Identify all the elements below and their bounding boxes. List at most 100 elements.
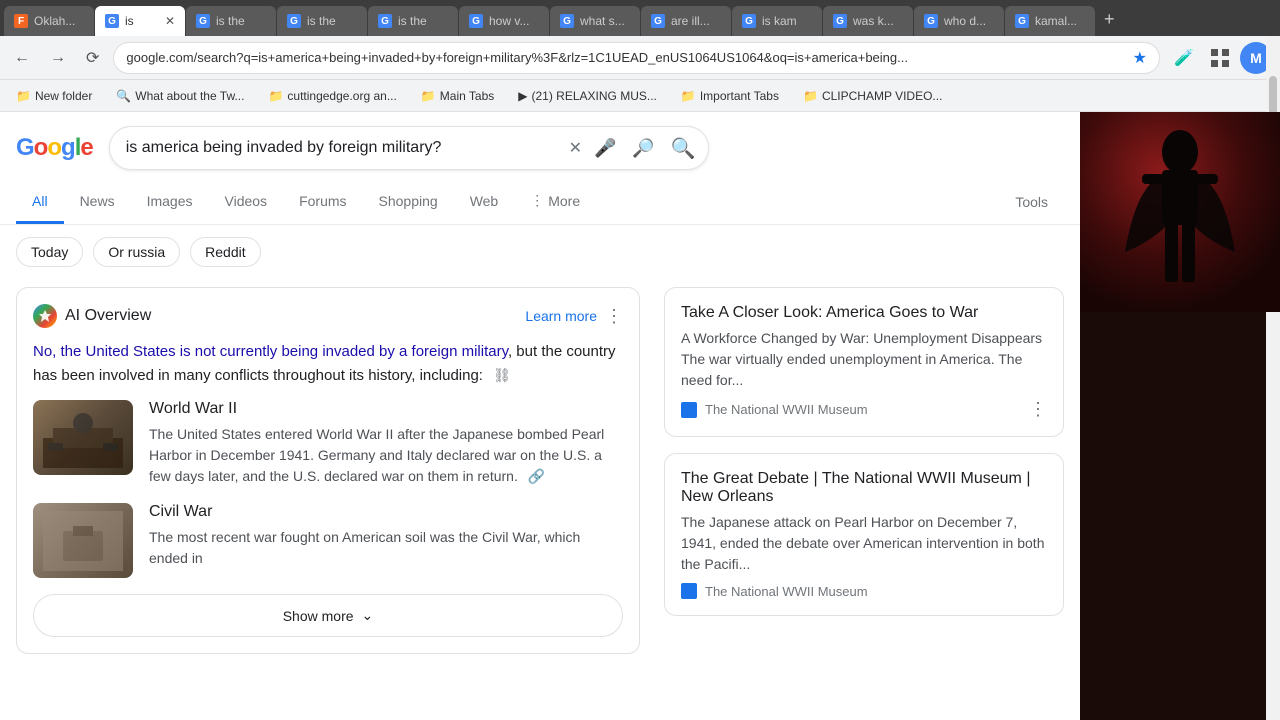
tab-is-the-1[interactable]: G is the	[186, 6, 276, 36]
card-menu-button-1[interactable]: ⋮	[1029, 399, 1047, 420]
right-card-1-title: Take A Closer Look: America Goes to War	[681, 304, 1047, 322]
right-card-2-title: The Great Debate | The National WWII Mus…	[681, 470, 1047, 506]
navigation-bar: ← → ⟳ google.com/search?q=is+america+bei…	[0, 36, 1280, 80]
new-tab-button[interactable]: +	[1096, 5, 1123, 34]
tab-iskam[interactable]: G is kam	[732, 6, 822, 36]
right-results: Take A Closer Look: America Goes to War …	[664, 287, 1064, 670]
show-more-button[interactable]: Show more ⌄	[33, 594, 623, 637]
images-tab-label: Images	[147, 193, 193, 209]
reload-button[interactable]: ⟳	[80, 44, 105, 72]
more-tab-label: More	[548, 193, 580, 209]
nav-icons: 🧪 M	[1168, 42, 1272, 74]
tab-close-icon[interactable]: ✕	[165, 14, 175, 28]
clear-search-button[interactable]: ✕	[569, 138, 582, 158]
bookmark-clipchamp[interactable]: 📁 CLIPCHAMP VIDEO...	[795, 86, 950, 106]
apps-grid-icon[interactable]	[1204, 42, 1236, 74]
tab-label: is the	[216, 14, 266, 28]
address-bar[interactable]: google.com/search?q=is+america+being+inv…	[113, 42, 1160, 74]
bookmark-new-folder[interactable]: 📁 New folder	[8, 86, 100, 106]
result-item-wwii: World War II The United States entered W…	[33, 400, 623, 487]
results-area: AI Overview Learn more ⋮ No, the United …	[0, 279, 1080, 678]
tab-shopping[interactable]: Shopping	[363, 181, 454, 224]
tab-tools[interactable]: Tools	[999, 182, 1064, 222]
chip-reddit[interactable]: Reddit	[190, 237, 260, 267]
folder-icon: 📁	[681, 89, 696, 103]
tab-label: is the	[307, 14, 357, 28]
logo-o2: o	[47, 134, 61, 162]
right-card-1: Take A Closer Look: America Goes to War …	[664, 287, 1064, 437]
result-image-civilwar	[33, 503, 133, 578]
right-panel	[1080, 112, 1280, 720]
tab-favicon: G	[833, 14, 847, 28]
forward-button[interactable]: →	[44, 45, 72, 71]
all-tab-label: All	[32, 193, 48, 209]
tab-favicon: G	[924, 14, 938, 28]
tab-videos[interactable]: Videos	[209, 181, 284, 224]
search-bar-container: ✕ 🎤 🔎 🔍	[109, 126, 709, 170]
tab-label: is the	[398, 14, 448, 28]
news-tab-label: News	[80, 193, 115, 209]
tab-who[interactable]: G who d...	[914, 6, 1004, 36]
tab-what[interactable]: G what s...	[550, 6, 640, 36]
tab-label: kamal...	[1035, 14, 1085, 28]
tab-images[interactable]: Images	[131, 181, 209, 224]
tab-are[interactable]: G are ill...	[641, 6, 731, 36]
bookmark-what-about[interactable]: 🔍 What about the Tw...	[108, 86, 252, 106]
search-button[interactable]: 🔍	[667, 132, 700, 165]
back-button[interactable]: ←	[8, 45, 36, 71]
browser-window: F Oklah... G is ✕ G is the G is the G is…	[0, 0, 1280, 720]
tab-label: is	[125, 14, 159, 28]
tab-is-the-2[interactable]: G is the	[277, 6, 367, 36]
tab-all[interactable]: All	[16, 181, 64, 224]
search-tabs: All News Images Videos Forums Shopping	[0, 180, 1080, 225]
tab-how[interactable]: G how v...	[459, 6, 549, 36]
bookmark-important-tabs[interactable]: 📁 Important Tabs	[673, 86, 787, 106]
chain-link-icon[interactable]: ⛓	[493, 367, 511, 383]
result-title-civilwar: Civil War	[149, 503, 623, 521]
tab-web[interactable]: Web	[454, 181, 515, 224]
image-search-button[interactable]: 🔎	[628, 134, 658, 163]
result-text-wwii: World War II The United States entered W…	[149, 400, 623, 487]
tab-label: is kam	[762, 14, 812, 28]
tab-is-the-3[interactable]: G is the	[368, 6, 458, 36]
source-favicon-1	[681, 402, 697, 418]
ai-overview: AI Overview Learn more ⋮ No, the United …	[16, 287, 640, 654]
tab-label: how v...	[489, 14, 539, 28]
source-link-icon[interactable]: 🔗	[528, 468, 545, 484]
tab-oklah[interactable]: F Oklah...	[4, 6, 94, 36]
search-input[interactable]	[126, 139, 561, 157]
tab-forums[interactable]: Forums	[283, 181, 362, 224]
web-tab-label: Web	[470, 193, 499, 209]
chip-today[interactable]: Today	[16, 237, 83, 267]
tab-news[interactable]: News	[64, 181, 131, 224]
tab-wask[interactable]: G was k...	[823, 6, 913, 36]
tab-bar: F Oklah... G is ✕ G is the G is the G is…	[0, 0, 1280, 36]
folder-icon: 📁	[16, 89, 31, 103]
tab-favicon: F	[14, 14, 28, 28]
bookmark-star-icon[interactable]: ★	[1133, 48, 1147, 68]
show-more-label: Show more	[283, 608, 354, 624]
bookmark-main-tabs[interactable]: 📁 Main Tabs	[413, 86, 502, 106]
tab-more[interactable]: ⋮ More	[514, 180, 596, 224]
logo-g2: g	[61, 134, 75, 162]
chip-or-russia[interactable]: Or russia	[93, 237, 180, 267]
tab-favicon: G	[469, 14, 483, 28]
tab-label: Oklah...	[34, 14, 84, 28]
tab-kamal[interactable]: G kamal...	[1005, 6, 1095, 36]
bookmark-cuttingedge[interactable]: 📁 cuttingedge.org an...	[260, 86, 404, 106]
ai-menu-button[interactable]: ⋮	[605, 306, 623, 327]
tab-is-active[interactable]: G is ✕	[95, 6, 185, 36]
search-icon: 🔍	[116, 89, 131, 103]
result-text-civilwar: Civil War The most recent war fought on …	[149, 503, 623, 569]
bookmark-relaxing[interactable]: ▶ (21) RELAXING MUS...	[510, 86, 665, 106]
labs-icon[interactable]: 🧪	[1168, 42, 1200, 74]
search-bar[interactable]: ✕ 🎤 🔎 🔍	[109, 126, 709, 170]
folder-icon: 📁	[268, 89, 283, 103]
shopping-tab-label: Shopping	[379, 193, 438, 209]
logo-g: G	[16, 134, 34, 162]
bookmark-label: Important Tabs	[700, 89, 779, 103]
learn-more-link[interactable]: Learn more	[525, 308, 597, 324]
voice-search-button[interactable]: 🎤	[590, 134, 620, 163]
logo-e: e	[80, 134, 92, 162]
source-name-1: The National WWII Museum	[705, 402, 868, 417]
